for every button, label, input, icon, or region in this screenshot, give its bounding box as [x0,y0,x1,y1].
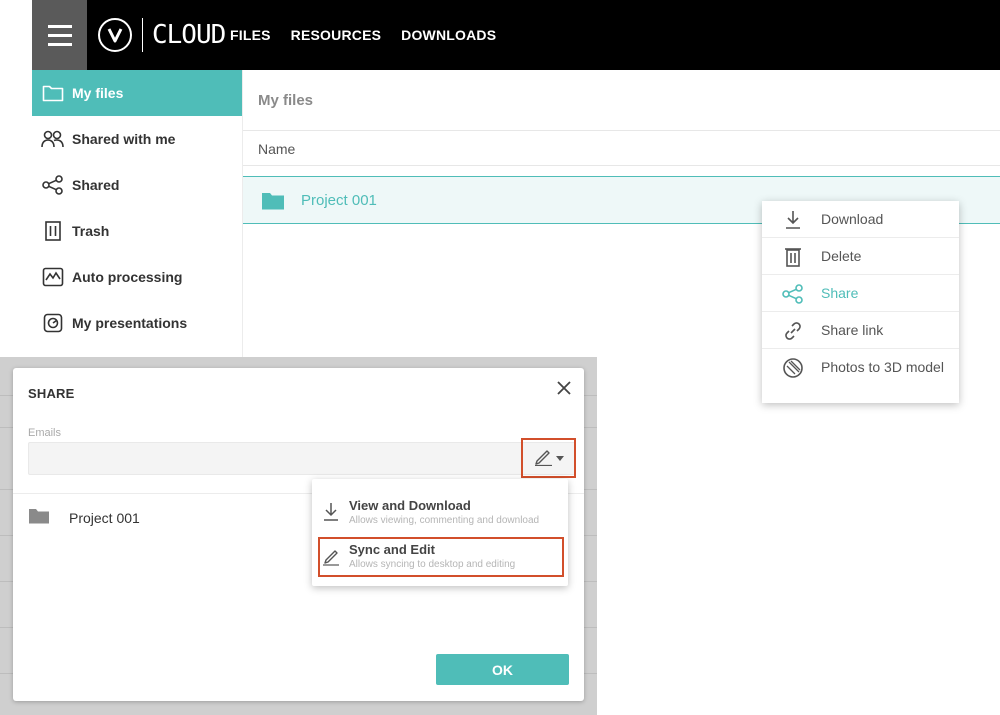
photo-3d-icon [782,357,804,379]
dialog-title: SHARE [28,386,75,401]
column-header: Name [243,130,1000,166]
context-menu-label: Download [821,211,884,227]
nav-files[interactable]: FILES [230,26,271,44]
list-item: Project 001 [28,508,140,528]
folder-icon [41,81,65,105]
nav-downloads[interactable]: DOWNLOADS [401,26,496,44]
permission-view-and-download[interactable]: View and Download Allows viewing, commen… [312,493,568,533]
download-icon [782,209,804,231]
permission-description: Allows viewing, commenting and download [349,515,540,526]
column-name-header[interactable]: Name [258,141,295,157]
sidebar-item-label: Auto processing [72,269,183,285]
context-menu-download[interactable]: Download [762,201,959,238]
context-menu-share-link[interactable]: Share link [762,312,959,349]
emails-input[interactable] [28,442,576,475]
sidebar-item-label: Shared with me [72,131,176,147]
chevron-down-icon [556,449,564,467]
sidebar: My files Shared with me Shared Trash Aut… [32,70,243,360]
permission-menu: View and Download Allows viewing, commen… [312,479,568,586]
chart-icon [41,265,65,289]
shared-item-name: Project 001 [69,510,140,526]
sidebar-item-shared[interactable]: Shared [32,162,242,208]
context-menu: Download Delete Share Share link Photos … [762,201,959,403]
trash-icon [41,219,65,243]
folder-icon [28,508,50,529]
people-icon [41,127,65,151]
share-icon [782,283,804,305]
emails-label: Emails [28,427,62,439]
permission-sync-and-edit[interactable]: Sync and Edit Allows syncing to desktop … [318,537,564,577]
sidebar-item-label: My presentations [72,315,188,331]
menu-icon[interactable] [32,0,87,70]
sidebar-item-trash[interactable]: Trash [32,208,242,254]
pencil-icon [533,446,553,471]
file-name: Project 001 [301,192,377,209]
permission-dropdown-button[interactable] [521,438,576,478]
sidebar-item-my-presentations[interactable]: My presentations [32,300,242,346]
page-title: My files [258,92,314,109]
presentation-icon [41,311,65,335]
sidebar-item-label: Trash [72,223,110,239]
trash-icon [782,246,804,268]
sidebar-item-shared-with-me[interactable]: Shared with me [32,116,242,162]
logo-text: CLOUD [152,20,226,50]
permission-description: Allows syncing to desktop and editing [349,559,516,570]
context-menu-label: Delete [821,248,862,264]
sidebar-item-auto-processing[interactable]: Auto processing [32,254,242,300]
pencil-icon [321,545,341,567]
close-icon[interactable] [554,378,574,398]
nav-resources[interactable]: RESOURCES [291,26,381,44]
logo-icon[interactable] [98,18,132,52]
folder-icon [261,192,285,215]
logo-separator [142,18,143,52]
download-icon [321,501,341,523]
context-menu-label: Share [821,285,859,301]
context-menu-delete[interactable]: Delete [762,238,959,275]
sidebar-item-label: Shared [72,177,120,193]
link-icon [782,320,804,342]
context-menu-label: Share link [821,322,884,338]
share-icon [41,173,65,197]
context-menu-photos-to-3d[interactable]: Photos to 3D model [762,349,959,386]
sidebar-item-label: My files [72,85,124,101]
ok-button[interactable]: OK [436,654,569,685]
top-nav: FILES RESOURCES DOWNLOADS [230,26,496,44]
sidebar-item-my-files[interactable]: My files [32,70,242,116]
permission-title: View and Download [349,498,471,513]
context-menu-share[interactable]: Share [762,275,959,312]
context-menu-label: Photos to 3D model [821,359,944,375]
permission-title: Sync and Edit [349,542,435,557]
top-bar: CLOUD FILES RESOURCES DOWNLOADS [32,0,1000,70]
